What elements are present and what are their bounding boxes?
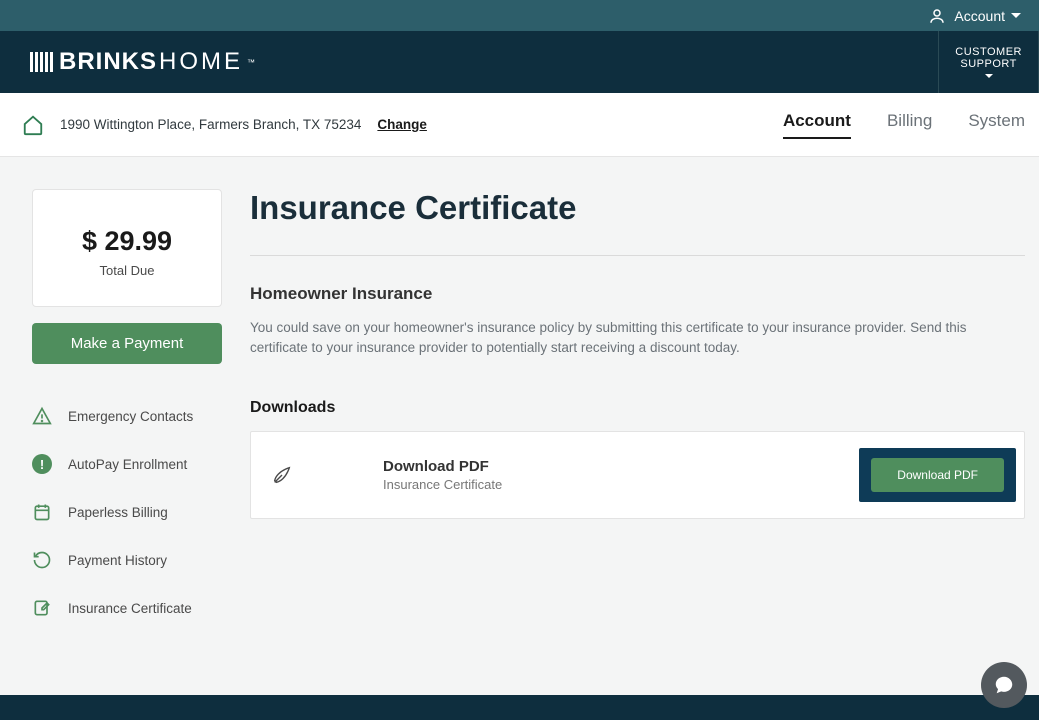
- tab-billing[interactable]: Billing: [887, 111, 932, 139]
- download-row: Download PDF Insurance Certificate Downl…: [250, 431, 1025, 519]
- sidebar-nav: Emergency Contacts ! AutoPay Enrollment …: [32, 392, 222, 632]
- main-content: $ 29.99 Total Due Make a Payment Emergen…: [0, 157, 1039, 697]
- sidebar-item-label: Paperless Billing: [68, 505, 168, 520]
- sidebar-item-emergency[interactable]: Emergency Contacts: [32, 392, 222, 440]
- sidebar: $ 29.99 Total Due Make a Payment Emergen…: [32, 189, 222, 677]
- customer-support-line1: CUSTOMER: [955, 46, 1022, 58]
- exclamation-icon: !: [32, 454, 52, 474]
- caret-down-icon: [985, 74, 993, 78]
- header: BRINKS HOME ™ CUSTOMER SUPPORT: [0, 31, 1039, 93]
- balance-label: Total Due: [53, 263, 201, 278]
- topbar: Account: [0, 0, 1039, 31]
- feather-icon: [271, 464, 293, 486]
- make-payment-button[interactable]: Make a Payment: [32, 323, 222, 364]
- download-button-highlight: Download PDF: [859, 448, 1016, 502]
- main-tabs: Account Billing System: [783, 111, 1025, 139]
- section-description: You could save on your homeowner's insur…: [250, 318, 1025, 359]
- user-icon: [928, 7, 946, 25]
- sidebar-item-autopay[interactable]: ! AutoPay Enrollment: [32, 440, 222, 488]
- account-dropdown[interactable]: Account: [954, 8, 1021, 24]
- document-edit-icon: [32, 598, 52, 618]
- logo-tm: ™: [247, 58, 256, 67]
- home-icon: [22, 114, 44, 136]
- logo-bold-text: BRINKS: [59, 48, 157, 76]
- subheader: 1990 Wittington Place, Farmers Branch, T…: [0, 93, 1039, 157]
- warning-icon: [32, 406, 52, 426]
- caret-down-icon: [1011, 13, 1021, 18]
- sidebar-item-insurance[interactable]: Insurance Certificate: [32, 584, 222, 632]
- download-info: Download PDF Insurance Certificate: [383, 458, 769, 492]
- logo-light-text: HOME: [159, 48, 243, 76]
- logo-bars-icon: [30, 52, 53, 72]
- change-address-link[interactable]: Change: [377, 117, 427, 132]
- address-section: 1990 Wittington Place, Farmers Branch, T…: [22, 114, 427, 136]
- customer-support-line2: SUPPORT: [955, 58, 1022, 70]
- history-icon: [32, 550, 52, 570]
- download-pdf-button[interactable]: Download PDF: [871, 458, 1004, 492]
- downloads-title: Downloads: [250, 399, 1025, 417]
- sidebar-item-label: AutoPay Enrollment: [68, 457, 187, 472]
- sidebar-item-label: Payment History: [68, 553, 167, 568]
- download-item-title: Download PDF: [383, 458, 769, 475]
- tab-account[interactable]: Account: [783, 111, 851, 139]
- download-item-subtitle: Insurance Certificate: [383, 477, 769, 492]
- sidebar-item-label: Emergency Contacts: [68, 409, 193, 424]
- account-label: Account: [954, 8, 1005, 24]
- chat-bubble-button[interactable]: [981, 662, 1027, 708]
- page-title: Insurance Certificate: [250, 189, 1025, 227]
- sidebar-item-history[interactable]: Payment History: [32, 536, 222, 584]
- customer-support-dropdown[interactable]: CUSTOMER SUPPORT: [938, 31, 1039, 93]
- chat-icon: [993, 674, 1015, 696]
- section-title: Homeowner Insurance: [250, 284, 1025, 304]
- balance-amount: $ 29.99: [53, 226, 201, 257]
- content-area: Insurance Certificate Homeowner Insuranc…: [250, 189, 1025, 677]
- address-text: 1990 Wittington Place, Farmers Branch, T…: [60, 117, 361, 132]
- footer-bar: [0, 695, 1039, 720]
- calendar-icon: [32, 502, 52, 522]
- sidebar-item-paperless[interactable]: Paperless Billing: [32, 488, 222, 536]
- balance-card: $ 29.99 Total Due: [32, 189, 222, 307]
- brinks-logo[interactable]: BRINKS HOME ™: [30, 48, 256, 76]
- tab-system[interactable]: System: [968, 111, 1025, 139]
- divider: [250, 255, 1025, 256]
- sidebar-item-label: Insurance Certificate: [68, 601, 192, 616]
